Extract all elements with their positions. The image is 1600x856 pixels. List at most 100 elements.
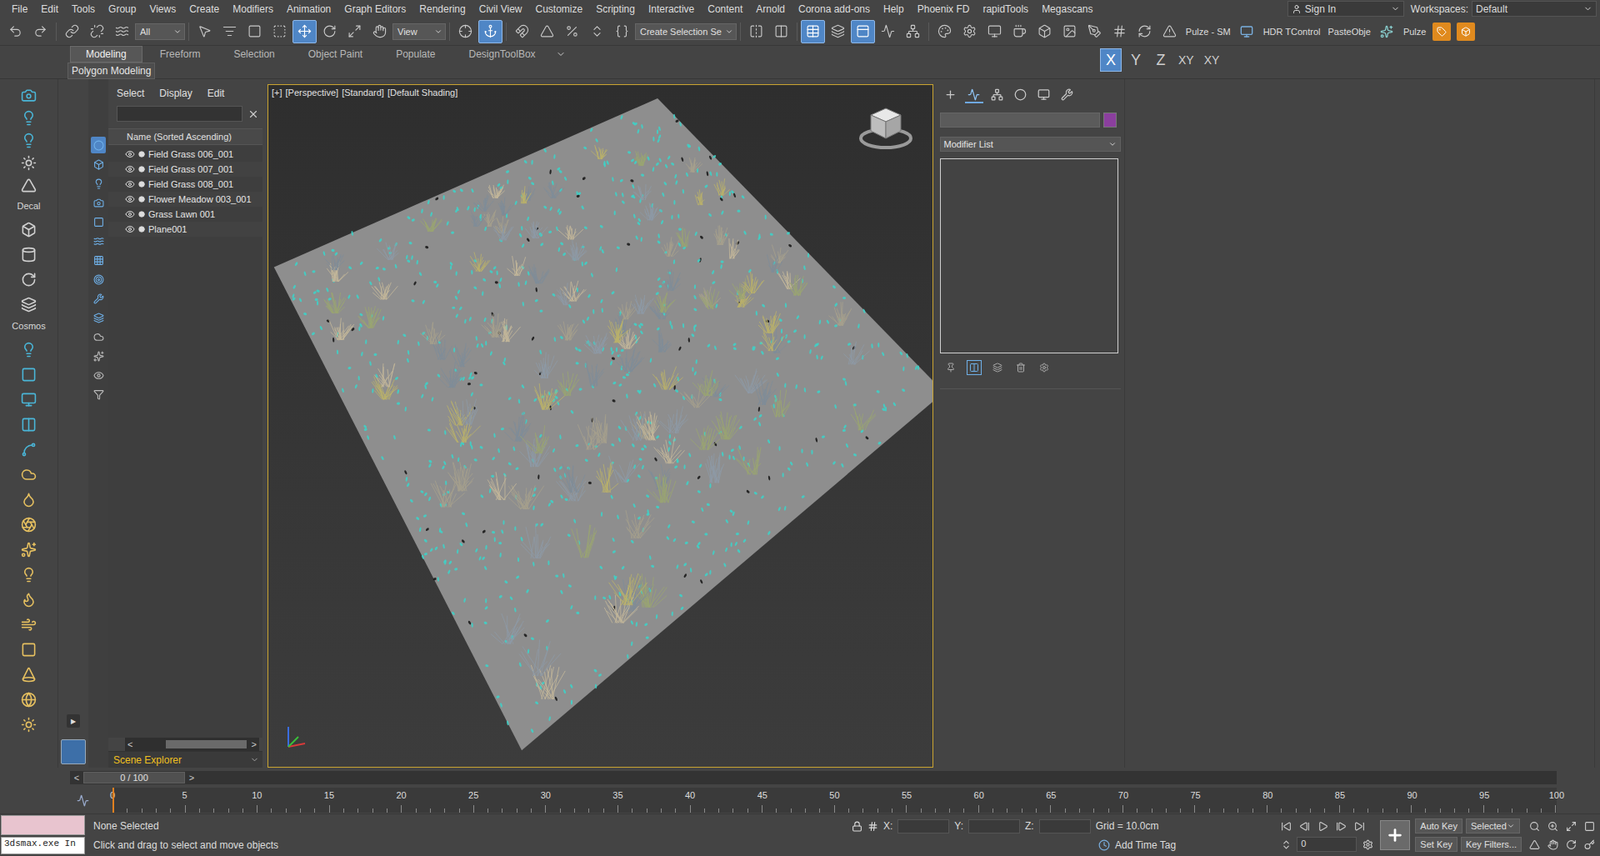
auto-key-button[interactable]: Auto Key (1415, 818, 1463, 834)
explorer-filter-button[interactable] (90, 385, 106, 403)
shortcut-button[interactable] (15, 461, 44, 487)
tool-button[interactable] (342, 20, 367, 44)
tool-button[interactable] (110, 20, 135, 44)
ribbon-tab[interactable]: Object Paint (292, 45, 379, 63)
tool-button[interactable] (242, 20, 267, 44)
shortcut-button[interactable] (15, 151, 44, 175)
previous-frame-button[interactable]: < (70, 772, 84, 783)
axis-button[interactable]: X (1100, 48, 1122, 72)
shortcut-button[interactable] (15, 511, 44, 537)
tool-button[interactable] (800, 20, 825, 44)
maxscript-listener[interactable]: 3dsmax.exe In (0, 814, 85, 856)
explorer-row[interactable]: Flower Meadow 003_001 (108, 191, 263, 207)
ground-plane[interactable] (274, 98, 933, 750)
plugin-button[interactable]: PasteObje (1325, 26, 1375, 37)
menu-item[interactable]: Civil View (472, 3, 530, 15)
menu-item[interactable]: Graph Editors (337, 3, 413, 15)
plugin-badge[interactable] (1432, 22, 1451, 41)
visibility-eye-icon[interactable] (125, 209, 135, 220)
modifier-stack[interactable] (940, 158, 1119, 354)
explorer-dock-button[interactable] (60, 739, 86, 765)
command-panel-tab[interactable] (965, 86, 984, 104)
shortcut-button[interactable] (15, 241, 44, 267)
tool-button[interactable] (192, 20, 217, 44)
playhead[interactable] (112, 787, 115, 813)
plugin-button[interactable] (1235, 20, 1260, 44)
tool-button[interactable] (875, 20, 900, 44)
visibility-eye-icon[interactable] (125, 149, 135, 160)
go-to-start-button[interactable] (1278, 818, 1294, 834)
visibility-eye-icon[interactable] (125, 179, 135, 190)
explorer-menu-item[interactable]: Display (159, 87, 192, 100)
menu-item[interactable]: Help (876, 3, 911, 15)
command-panel-tab[interactable] (988, 86, 1007, 104)
axis-button[interactable]: Z (1150, 48, 1172, 72)
listener-output[interactable]: 3dsmax.exe In (0, 836, 85, 855)
tool-button[interactable] (744, 20, 769, 44)
menu-item[interactable]: Arnold (749, 3, 792, 15)
zoom-extents-all-button[interactable] (1581, 818, 1597, 834)
freeze-dot-icon[interactable] (138, 225, 145, 233)
perspective-viewport[interactable]: [+][Perspective][Standard][Default Shadi… (267, 84, 934, 768)
y-coordinate-field[interactable] (968, 819, 1020, 834)
menu-item[interactable]: Modifiers (225, 3, 280, 15)
orbit-button[interactable] (1563, 836, 1579, 852)
shortcut-button[interactable] (15, 486, 44, 512)
selection-filter-dropdown[interactable]: All (135, 23, 185, 40)
explorer-filter-button[interactable] (90, 213, 106, 230)
key-mode-button[interactable] (1278, 836, 1294, 852)
explorer-filter-button[interactable] (90, 290, 106, 307)
axis-button[interactable]: Y (1125, 48, 1147, 72)
explorer-row[interactable]: Grass Lawn 001 (108, 206, 263, 222)
tool-button[interactable] (850, 20, 875, 44)
time-config-button[interactable] (1360, 836, 1375, 852)
shortcut-button[interactable] (15, 266, 44, 292)
next-frame-button[interactable]: > (185, 772, 199, 783)
explorer-footer[interactable]: Scene Explorer (108, 750, 263, 768)
plugin-button[interactable] (1375, 20, 1400, 44)
tool-button[interactable] (932, 20, 957, 44)
ribbon-panel[interactable]: Polygon Modeling (67, 62, 155, 80)
tool-button[interactable] (535, 20, 560, 44)
tool-button[interactable] (610, 20, 635, 44)
menu-item[interactable]: Views (142, 3, 183, 15)
visibility-eye-icon[interactable] (125, 224, 135, 235)
explorer-filter-button[interactable] (90, 251, 106, 269)
freeze-dot-icon[interactable] (138, 195, 145, 203)
reference-coordinate-dropdown[interactable]: View (392, 23, 446, 40)
plugin-button[interactable]: Pulze - SM (1182, 26, 1235, 37)
shortcut-button[interactable] (15, 216, 44, 242)
shortcut-button[interactable] (15, 611, 44, 637)
freeze-dot-icon[interactable] (138, 180, 145, 188)
command-panel-tab[interactable] (941, 86, 960, 104)
track-bar[interactable]: 0510152025303540455055606570758085909510… (112, 787, 1557, 813)
menu-item[interactable]: Phoenix FD (910, 3, 977, 15)
shortcut-button[interactable] (15, 711, 44, 737)
explorer-filter-button[interactable] (90, 232, 106, 250)
go-to-end-button[interactable] (1351, 818, 1367, 834)
selection-lock-icon[interactable] (851, 820, 863, 832)
explorer-filter-button[interactable] (90, 347, 106, 365)
zoom-extents-button[interactable] (1563, 818, 1579, 834)
shortcut-button[interactable] (15, 106, 44, 130)
menu-item[interactable]: File (5, 3, 35, 15)
time-slider-thumb[interactable]: 0 / 100 (83, 771, 185, 784)
add-time-tag[interactable]: Add Time Tag (851, 839, 1210, 851)
expand-button[interactable]: ▶ (66, 714, 80, 728)
tool-button[interactable] (825, 20, 850, 44)
play-button[interactable] (1315, 818, 1330, 834)
explorer-filter-button[interactable] (90, 270, 106, 288)
explorer-hscrollbar[interactable]: <> (125, 737, 260, 751)
tool-button[interactable] (217, 20, 242, 44)
explorer-filter-button[interactable] (90, 175, 106, 192)
ribbon-tab[interactable]: Modeling (70, 45, 143, 63)
tool-button[interactable] (1082, 20, 1107, 44)
next-key-button[interactable] (1333, 818, 1349, 834)
pan-button[interactable] (1545, 836, 1560, 852)
menu-item[interactable]: Megascans (1035, 3, 1100, 15)
menu-item[interactable]: Content (700, 3, 750, 15)
menu-item[interactable]: Tools (65, 3, 102, 15)
ribbon-toggle[interactable] (553, 46, 569, 62)
explorer-filter-button[interactable] (90, 366, 106, 384)
current-frame-field[interactable]: 0 (1296, 836, 1357, 852)
